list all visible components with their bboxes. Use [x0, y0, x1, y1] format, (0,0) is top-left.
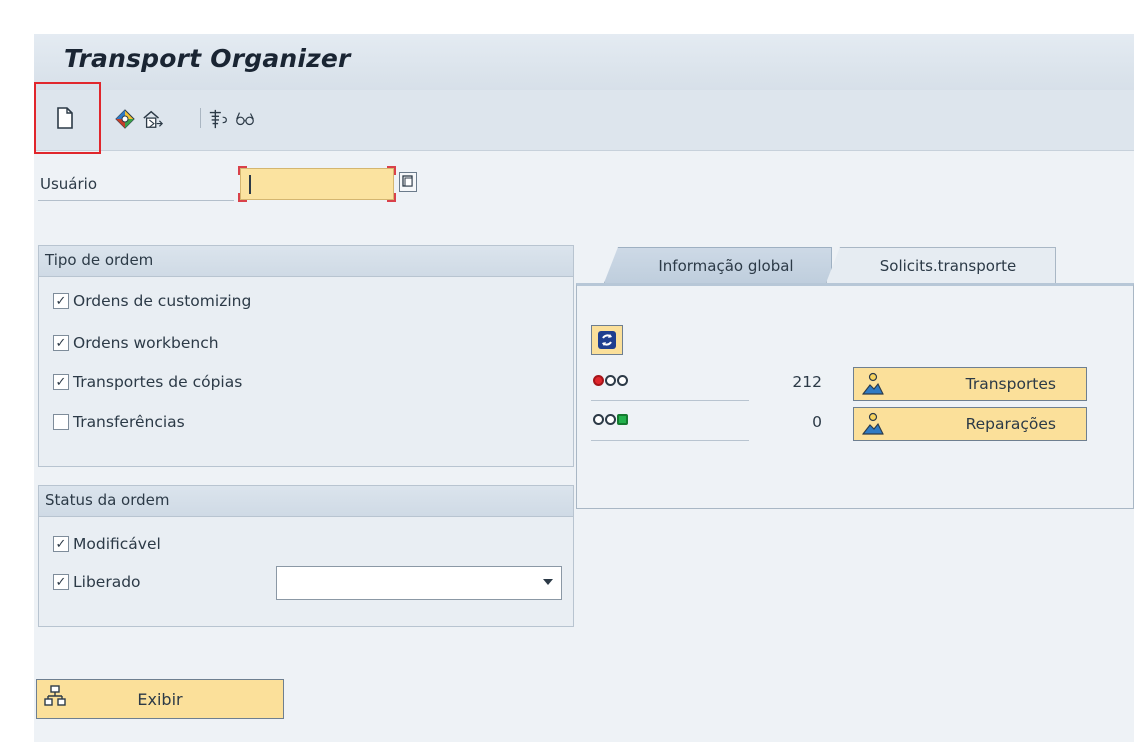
transport-organizer-window: Transport Organizer Usuário Tipo de orde…	[34, 34, 1134, 742]
checkbox[interactable]: ✓	[53, 374, 69, 390]
order-type-header: Tipo de ordem	[39, 246, 573, 277]
page-title: Transport Organizer	[64, 44, 351, 73]
order-status-header: Status da ordem	[39, 486, 573, 517]
user-field-underline	[38, 200, 234, 201]
transports-count: 212	[792, 373, 822, 391]
change-icon[interactable]	[114, 108, 136, 130]
order-status-title: Status da ordem	[45, 491, 170, 509]
repairs-button[interactable]: Reparações	[853, 407, 1087, 441]
checkbox-label: Ordens de customizing	[73, 292, 252, 310]
light-off-icon	[617, 375, 628, 386]
repairs-button-label: Reparações	[965, 415, 1056, 433]
checkbox-label: Ordens workbench	[73, 334, 219, 352]
light-off-icon	[605, 414, 616, 425]
refresh-button[interactable]	[591, 325, 623, 355]
checkbox[interactable]	[53, 414, 69, 430]
checkbox-transfers[interactable]: Transferências	[53, 411, 185, 433]
transport-tools-icon[interactable]	[208, 108, 230, 130]
checkbox-modifiable[interactable]: ✓ Modificável	[53, 533, 161, 555]
order-type-title: Tipo de ordem	[45, 251, 154, 269]
transports-button[interactable]: Transportes	[853, 367, 1087, 401]
checkbox-label: Transportes de cópias	[73, 373, 243, 391]
order-status-group: Status da ordem ✓ Modificável ✓ Liberado	[38, 485, 574, 627]
glasses-display-icon[interactable]	[234, 108, 256, 130]
checkbox[interactable]: ✓	[53, 574, 69, 590]
checkbox-label: Liberado	[73, 573, 141, 591]
checkbox-released[interactable]: ✓ Liberado	[53, 571, 141, 593]
light-off-icon	[593, 414, 604, 425]
checkbox[interactable]: ✓	[53, 293, 69, 309]
released-date-dropdown[interactable]	[276, 566, 562, 600]
title-bar: Transport Organizer	[34, 34, 1134, 90]
refresh-icon	[598, 331, 616, 349]
text-caret	[249, 175, 251, 194]
row-underline	[591, 440, 749, 441]
repairs-count: 0	[812, 413, 822, 431]
tab-label: Informação global	[658, 256, 794, 275]
red-light-icon	[593, 375, 604, 386]
display-button-label: Exibir	[137, 690, 183, 709]
checkbox-label: Transferências	[73, 413, 185, 431]
application-toolbar	[34, 90, 1134, 151]
value-help-button[interactable]	[399, 172, 417, 192]
checkbox-workbench-orders[interactable]: ✓ Ordens workbench	[53, 332, 219, 354]
checkbox[interactable]: ✓	[53, 335, 69, 351]
user-input[interactable]	[238, 166, 396, 202]
tab-label: Solicits.transporte	[879, 256, 1017, 275]
row-underline	[591, 400, 749, 401]
chevron-down-icon	[543, 579, 553, 585]
user-field-label: Usuário	[40, 175, 98, 193]
checkbox-customizing-orders[interactable]: ✓ Ordens de customizing	[53, 290, 251, 312]
toolbar-separator	[200, 108, 201, 128]
global-info-panel: 212 Transportes 0 Reparações	[576, 283, 1134, 509]
status-lights-red	[593, 375, 628, 386]
checkbox[interactable]: ✓	[53, 536, 69, 552]
new-document-icon[interactable]	[54, 107, 76, 129]
light-off-icon	[605, 375, 616, 386]
order-type-group: Tipo de ordem ✓ Ordens de customizing ✓ …	[38, 245, 574, 467]
checkbox-copy-transports[interactable]: ✓ Transportes de cópias	[53, 371, 242, 393]
release-icon[interactable]	[142, 108, 164, 130]
transports-button-label: Transportes	[965, 375, 1056, 393]
tab-transport-requests[interactable]: Solicits.transporte	[826, 247, 1056, 283]
tab-global-info[interactable]: Informação global	[604, 247, 832, 283]
status-lights-green	[593, 414, 628, 425]
checkbox-label: Modificável	[73, 535, 161, 553]
display-button[interactable]: Exibir	[36, 679, 284, 719]
green-light-icon	[617, 414, 628, 425]
